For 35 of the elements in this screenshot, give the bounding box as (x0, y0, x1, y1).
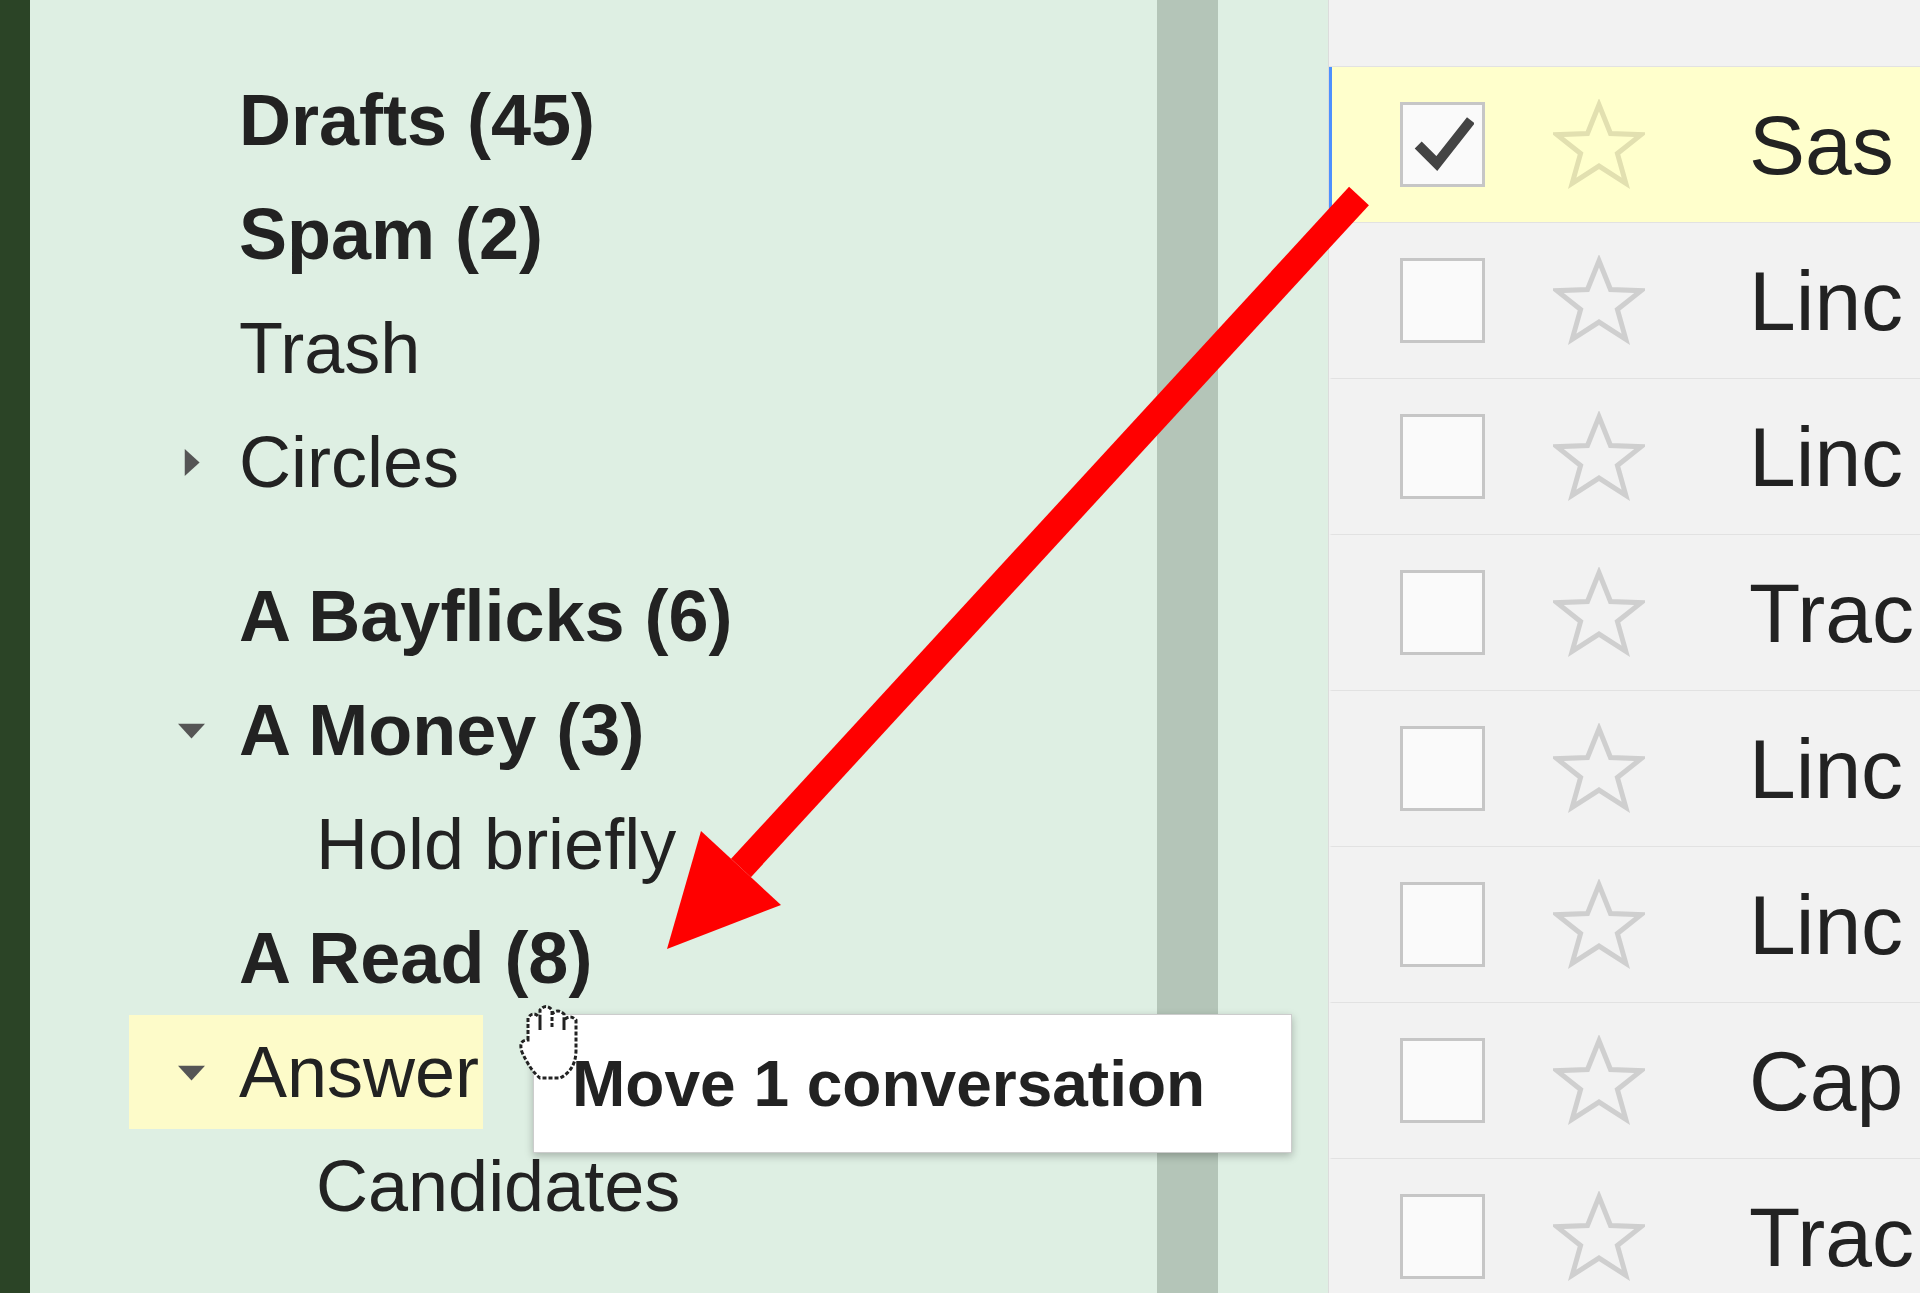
star-icon[interactable] (1553, 566, 1645, 659)
sender-name: Trac (1749, 570, 1914, 655)
star-icon[interactable] (1553, 1190, 1645, 1283)
star-icon[interactable] (1553, 1034, 1645, 1127)
sidebar-item[interactable]: Spam (2) (129, 177, 548, 291)
sender-name: Linc (1749, 882, 1904, 967)
star-icon[interactable] (1553, 410, 1645, 503)
checkbox[interactable] (1400, 1194, 1485, 1279)
star-icon[interactable] (1553, 98, 1645, 191)
sender-name: Trac (1749, 1194, 1914, 1279)
checkbox[interactable] (1400, 882, 1485, 967)
sidebar-item[interactable]: Trash (129, 291, 425, 405)
checkbox[interactable] (1400, 102, 1485, 187)
hand-cursor-icon (519, 1005, 578, 1080)
star-icon[interactable] (1553, 254, 1645, 347)
checkbox[interactable] (1400, 1038, 1485, 1123)
sidebar-item[interactable]: Answer (129, 1015, 484, 1129)
star-icon[interactable] (1553, 878, 1645, 971)
sidebar-item[interactable]: A Money (3) (129, 673, 649, 787)
sender-name: Sas (1749, 102, 1894, 187)
sender-name: Linc (1749, 258, 1904, 343)
sender-name: Linc (1749, 414, 1904, 499)
checkbox[interactable] (1400, 726, 1485, 811)
sidebar-item[interactable]: Drafts (45) (129, 63, 600, 177)
checkbox[interactable] (1400, 414, 1485, 499)
sidebar-item[interactable]: Hold briefly (206, 787, 681, 901)
sidebar-item[interactable]: A Bayflicks (6) (129, 559, 737, 673)
sender-name: Linc (1749, 726, 1904, 811)
selected-row[interactable]: Sas (1329, 67, 1920, 223)
tooltip: Move 1 conversation (533, 1014, 1292, 1153)
star-icon[interactable] (1553, 722, 1645, 815)
sidebar-item[interactable]: A Read (8) (129, 901, 597, 1015)
checkbox[interactable] (1400, 570, 1485, 655)
sidebar-item[interactable]: Circles (129, 405, 463, 519)
checkbox[interactable] (1400, 258, 1485, 343)
